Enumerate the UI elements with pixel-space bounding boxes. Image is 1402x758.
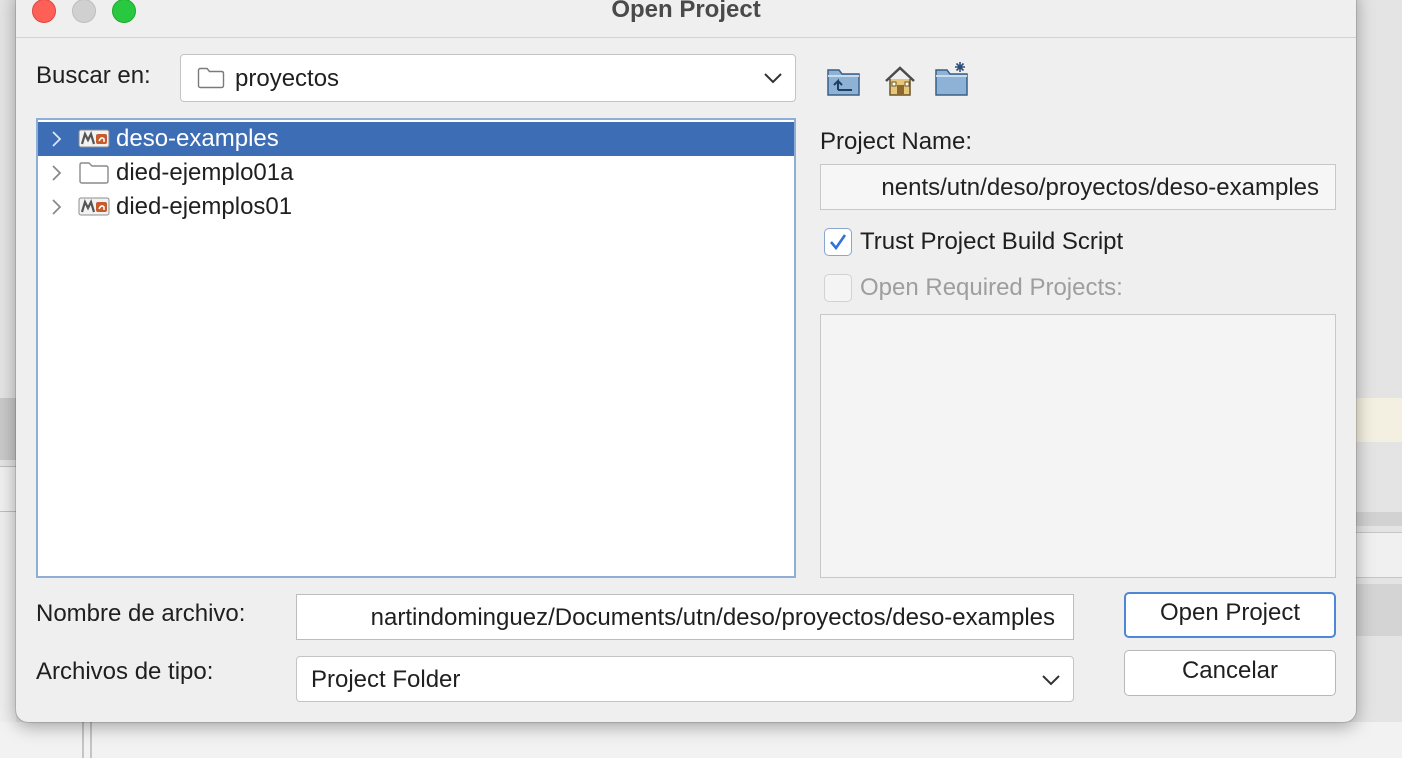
file-name-label: Nombre de archivo: [36, 600, 246, 627]
new-folder-icon[interactable] [934, 60, 970, 98]
background-divider [82, 722, 84, 758]
dialog-title: Open Project [611, 0, 761, 23]
background-panel [1356, 398, 1402, 442]
tree-item-label: died-ejemplo01a [116, 159, 294, 186]
file-type-label: Archivos de tipo: [36, 658, 214, 685]
background-panel [1356, 584, 1402, 636]
background-panel [0, 466, 16, 512]
open-project-button[interactable]: Open Project [1124, 592, 1336, 638]
chevron-right-icon[interactable] [50, 130, 62, 148]
required-projects-list[interactable] [820, 314, 1336, 578]
tree-row-died-ejemplo01a[interactable]: died-ejemplo01a [38, 156, 794, 190]
project-name-value: nents/utn/deso/proyectos/deso-examples [881, 174, 1319, 201]
file-tree[interactable]: deso-examples died-ejemplo01a died-ejemp… [36, 118, 796, 578]
file-name-input[interactable]: nartindominguez/Documents/utn/deso/proye… [296, 594, 1074, 640]
chevron-down-icon [1042, 675, 1060, 686]
look-in-dropdown[interactable]: proyectos [180, 54, 796, 102]
maven-project-icon [78, 129, 110, 148]
checkmark-icon [830, 234, 847, 251]
background-panel [1356, 512, 1402, 526]
project-name-label: Project Name: [820, 128, 973, 155]
open-required-projects-label: Open Required Projects: [860, 274, 1123, 301]
folder-icon [197, 67, 225, 89]
up-folder-icon[interactable] [826, 64, 862, 98]
trust-build-script-checkbox[interactable] [824, 228, 852, 256]
background-panel [0, 398, 16, 460]
folder-icon [79, 162, 109, 184]
maven-project-icon [78, 197, 110, 216]
trust-build-script-label[interactable]: Trust Project Build Script [860, 228, 1123, 256]
open-project-dialog: Open Project Buscar en: proyectos deso-e… [16, 0, 1356, 722]
look-in-value: proyectos [235, 65, 340, 92]
file-type-value: Project Folder [311, 666, 461, 693]
open-required-projects-checkbox[interactable] [824, 274, 852, 302]
background-panel [0, 722, 1402, 758]
project-name-field: nents/utn/deso/proyectos/deso-examples [820, 164, 1336, 210]
tree-row-deso-examples[interactable]: deso-examples [38, 122, 794, 156]
background-panel [1356, 532, 1402, 578]
title-bar: Open Project [16, 0, 1356, 38]
background-divider [90, 722, 92, 758]
chevron-right-icon[interactable] [50, 164, 62, 182]
tree-item-label: deso-examples [116, 125, 279, 152]
look-in-label: Buscar en: [36, 62, 151, 89]
cancel-button[interactable]: Cancelar [1124, 650, 1336, 696]
tree-row-died-ejemplos01[interactable]: died-ejemplos01 [38, 190, 794, 224]
file-name-value: nartindominguez/Documents/utn/deso/proye… [370, 604, 1055, 631]
chevron-right-icon[interactable] [50, 198, 62, 216]
chevron-down-icon [764, 73, 782, 84]
home-icon[interactable] [882, 64, 918, 98]
tree-item-label: died-ejemplos01 [116, 193, 293, 220]
file-type-dropdown[interactable]: Project Folder [296, 656, 1074, 702]
